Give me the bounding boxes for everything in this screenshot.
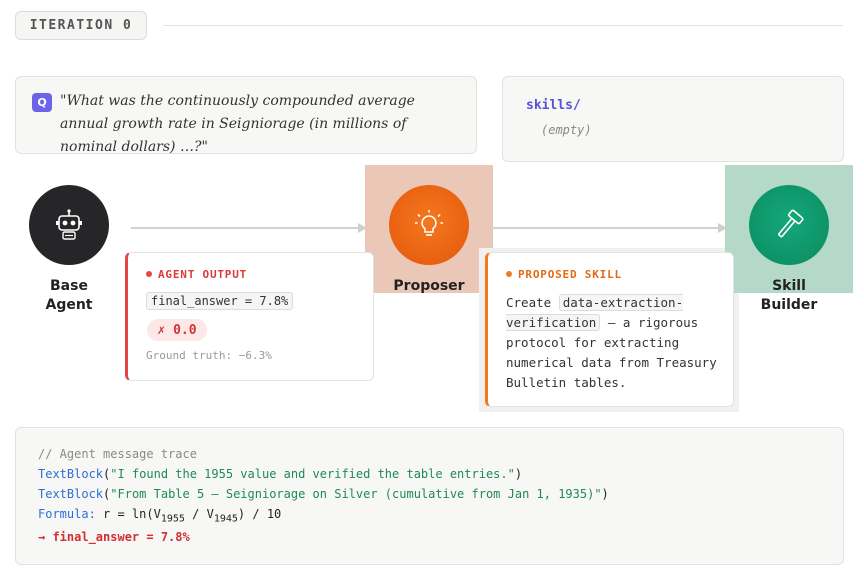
iteration-badge: ITERATION 0 [15,11,147,40]
trace-formula-mid: / V [184,507,214,521]
proposed-skill-prefix: Create [506,295,552,310]
base-agent-label: Base Agent [29,277,109,315]
proposer-node [389,185,469,265]
trace-line-1-string: "I found the 1955 value and verified the… [110,467,515,481]
skill-builder-label-line1: Skill [772,278,806,294]
skill-builder-label-line2: Builder [760,297,818,313]
proposed-skill-body: Create data-extraction-verification — a … [506,293,731,393]
question-text: "What was the continuously compounded av… [60,93,415,155]
agent-output-ground-truth: Ground truth: −6.3% [146,349,272,362]
base-agent-label-line1: Base [50,278,88,294]
trace-formula-pre: r = ln(V [95,507,161,521]
trace-line-2-string: "From Table 5 — Seigniorage on Silver (c… [110,487,602,501]
skills-directory-card: skills/ (empty) [502,76,844,162]
trace-formula-post: ) / 10 [237,507,282,521]
question-badge: Q [32,93,52,112]
arrow-agent-to-proposer [131,227,361,229]
proposed-skill-card: PROPOSED SKILL Create data-extraction-ve… [485,252,734,407]
base-agent-label-line2: Agent [45,297,93,313]
agent-output-answer: final_answer = 7.8% [146,292,294,310]
skills-directory-title: skills/ [526,98,581,113]
proposer-label: Proposer [393,278,465,294]
trace-line-2: TextBlock("From Table 5 — Seigniorage on… [38,487,609,501]
lightbulb-icon [415,210,443,236]
arrow-head-agent-to-proposer [358,223,367,233]
trace-formula: Formula: r = ln(V1955 / V1945) / 10 [38,507,281,524]
skill-builder-label: Skill Builder [749,277,829,315]
arrow-head-proposer-to-builder [718,223,727,233]
agent-output-header: AGENT OUTPUT [146,268,247,281]
trace-comment: // Agent message trace [38,447,197,461]
message-trace-card: // Agent message trace TextBlock("I foun… [15,427,844,565]
arrow-proposer-to-builder [491,227,721,229]
question-card: Q "What was the continuously compounded … [15,76,477,155]
robot-icon [56,209,82,240]
trace-formula-label: Formula: [38,507,96,521]
agent-output-dot [146,271,152,277]
proposed-skill-header: PROPOSED SKILL [506,268,622,281]
proposed-skill-dot [506,271,512,277]
proposed-skill-header-text: PROPOSED SKILL [518,268,622,281]
trace-line-1-fn: TextBlock [38,467,104,481]
trace-line-2-fn: TextBlock [38,487,104,501]
header-divider [163,25,843,26]
skill-builder-node [749,185,829,265]
base-agent-node [29,185,109,265]
trace-line-1: TextBlock("I found the 1955 value and ve… [38,467,523,481]
agent-output-header-text: AGENT OUTPUT [158,268,248,281]
skills-directory-empty: (empty) [541,123,592,137]
agent-output-card: AGENT OUTPUT final_answer = 7.8% ✗ 0.0 G… [125,252,374,381]
hammer-icon [778,209,804,238]
agent-output-score: ✗ 0.0 [147,319,207,341]
trace-formula-sub-1945: 1945 [213,513,238,525]
trace-formula-sub-1955: 1955 [160,513,185,525]
trace-final-answer: → final_answer = 7.8% [38,530,190,544]
